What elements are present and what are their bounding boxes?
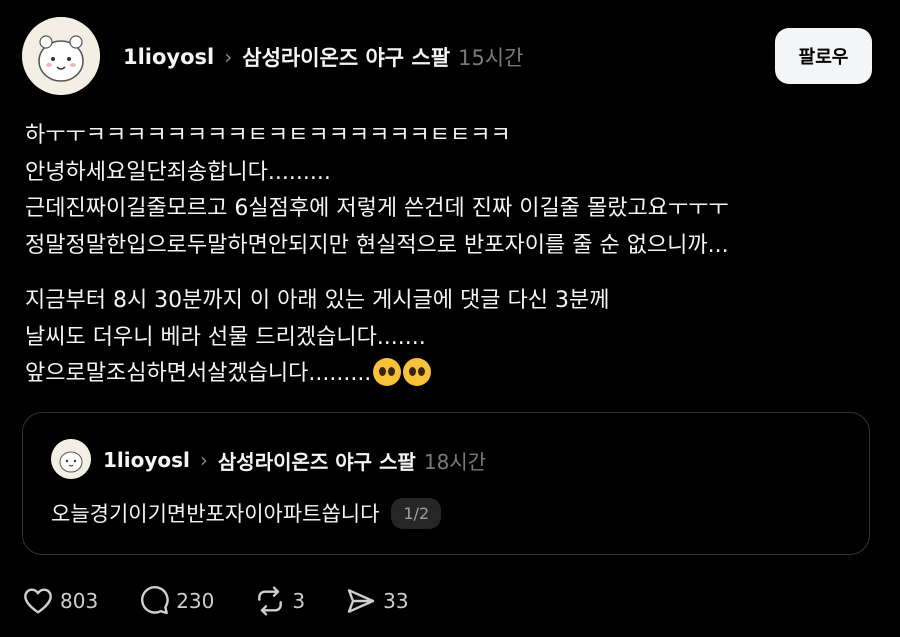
quote-timestamp: 18시간 (423, 449, 487, 474)
quoted-post-card[interactable]: 1lioyosl › 삼성라이온즈 야구 스팔 18시간 오늘경기이기면반포자이… (22, 412, 870, 555)
action-bar: 803 230 3 33 (22, 583, 449, 619)
reply-count: 230 (176, 589, 215, 613)
pleading-face-emoji (373, 358, 402, 386)
send-icon (345, 585, 377, 617)
quote-avatar[interactable] (51, 439, 91, 479)
username-link[interactable]: 1lioyosl (123, 45, 214, 69)
page-indicator-badge: 1/2 (391, 497, 442, 529)
quote-community[interactable]: 삼성라이온즈 야구 스팔 (218, 446, 416, 475)
quote-username[interactable]: 1lioyosl (103, 448, 190, 472)
post-line: 정말정말한입으로두말하면안되지만 현실적으로 반포자이를 줄 순 없으니까... (25, 232, 729, 258)
follow-button[interactable]: 팔로우 (775, 28, 872, 84)
post-body: 하ㅜㅜㅋㅋㅋㅋㅋㅋㅋㅋㅌㅋㅌㅋㅋㅋㅋㅋㅋㅌㅌㅋㅋ 안녕하세요일단죄송합니다...… (25, 118, 885, 393)
repost-icon (254, 585, 286, 617)
repost-button[interactable]: 3 (254, 585, 305, 617)
post-timestamp: 15시간 (458, 46, 524, 70)
share-count: 33 (383, 589, 409, 613)
quote-text: 오늘경기이기면반포자이아파트쏩니다 (51, 502, 380, 526)
quote-header: 1lioyosl › 삼성라이온즈 야구 스팔 18시간 (103, 443, 486, 477)
chevron-right-icon: › (224, 45, 233, 69)
post-line: 하ㅜㅜㅋㅋㅋㅋㅋㅋㅋㅋㅌㅋㅌㅋㅋㅋㅋㅋㅋㅌㅌㅋㅋ (25, 123, 511, 148)
user-avatar[interactable] (22, 17, 100, 95)
post-line: 날씨도 더우니 베라 선물 드리겠습니다....... (25, 324, 426, 350)
repost-count: 3 (292, 589, 306, 613)
post-line: 지금부터 8시 30분까지 이 아래 있는 게시글에 댓글 다신 3분께 (25, 288, 610, 313)
quote-body: 오늘경기이기면반포자이아파트쏩니다 1/2 (51, 493, 442, 533)
post-header: 1lioyosl › 삼성라이온즈 야구 스팔 15시간 (123, 40, 523, 74)
like-count: 803 (60, 589, 99, 613)
post-line-last: 앞으로말조심하면서살겠습니다......... (25, 356, 885, 393)
post-line-text: 앞으로말조심하면서살겠습니다......... (25, 361, 372, 386)
like-button[interactable]: 803 (22, 585, 98, 617)
community-link[interactable]: 삼성라이온즈 야구 스팔 (242, 42, 450, 72)
chevron-right-icon: › (199, 448, 208, 472)
reply-button[interactable]: 230 (138, 585, 214, 617)
comment-bubble-icon (138, 585, 170, 617)
heart-icon (22, 585, 54, 617)
pleading-face-emoji (403, 358, 432, 386)
share-button[interactable]: 33 (345, 585, 409, 617)
post-line: 안녕하세요일단죄송합니다......... (25, 159, 331, 185)
post-line: 근데진짜이길줄모르고 6실점후에 저렇게 쓴건데 진짜 이길줄 몰랐고요ㅜㅜㅜ (25, 196, 729, 221)
